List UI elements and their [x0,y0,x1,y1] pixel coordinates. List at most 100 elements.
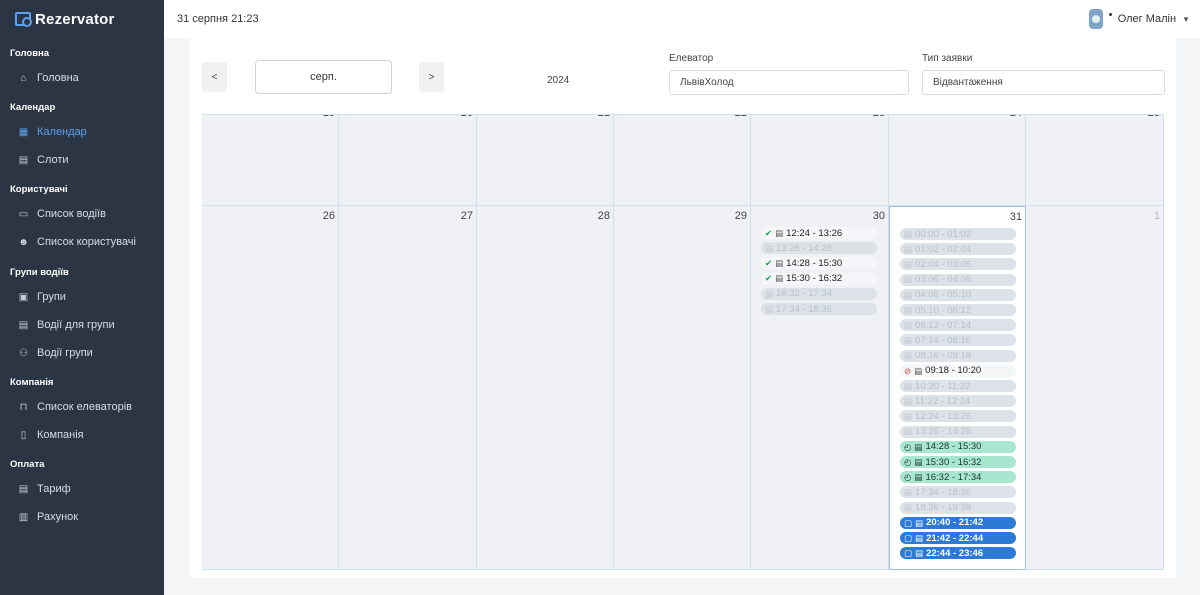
sidebar-item[interactable]: ▣ Групи [0,283,164,311]
booking-slot[interactable]: ▤ 00:00 - 01:02 [900,228,1016,240]
booking-slot[interactable]: ▢ ▤ 21:42 - 22:44 [900,532,1016,544]
check-circle-icon: ✔ [765,227,773,238]
request-type-select[interactable]: Відвантаження [922,70,1165,95]
calendar-day-cell[interactable]: 24 [889,115,1026,206]
brand[interactable]: Rezervator [0,0,164,38]
sidebar-item-label: Слоти [37,154,69,166]
day-number: 1 [1153,210,1160,222]
slot-time: 22:44 - 23:46 [926,547,984,559]
calendar-day-cell[interactable]: 28 [477,206,614,570]
elevator-select[interactable]: ЛьвівХолод [669,70,909,95]
building-icon: ▯ [20,429,27,441]
booking-slot[interactable]: ▢ ▤ 20:40 - 21:42 [900,516,1016,529]
cancel-icon: ⊘ [904,365,912,376]
document-icon: ▤ [775,273,784,284]
booking-slot[interactable]: ▤ 08:16 - 09:18 [900,349,1016,362]
document-icon: ▤ [18,319,29,331]
booking-slot[interactable]: ✔ ▤ 12:24 - 13:26 [761,227,877,239]
booking-slot[interactable]: ▤ 04:08 - 05:10 [900,288,1016,301]
slot-time: 11:22 - 12:24 [915,395,971,407]
slot-time: 12:24 - 13:26 [915,410,972,422]
slot-time: 02:04 - 03:06 [915,258,972,270]
invoice-icon: ▥ [18,511,29,523]
booking-slot[interactable]: ◴ ▤ 15:30 - 16:32 [900,456,1016,468]
chevron-down-icon: ▼ [1182,14,1190,24]
sidebar-item-label: Компанія [37,429,84,441]
calendar-day-cell[interactable]: 31 ▤ 00:00 - 01:02 ▤ 01:02 - 02:04 ▤ 02:04 - 0… [889,206,1026,570]
booking-slot[interactable]: ▤ 02:04 - 03:06 [900,258,1016,271]
day-number: 25 [1148,115,1160,119]
sidebar-item-label: Календар [37,126,87,138]
booking-slot[interactable]: ▢ ▤ 22:44 - 23:46 [900,547,1016,560]
document-icon: ▤ [775,227,784,238]
lock-icon: ▢ [904,547,913,558]
clock-icon: ◴ [904,471,912,482]
sidebar-item[interactable]: ▤ Тариф [0,475,164,503]
booking-slot[interactable]: ▤ 13:26 - 14:28 [900,425,1016,438]
sidebar-item[interactable]: ▤ Слоти [0,146,164,174]
calendar-day-cell[interactable]: 22 [614,115,751,206]
booking-slot[interactable]: ▤ 10:20 - 11:22 [900,380,1016,392]
calendar-day-cell[interactable]: 1 [1026,206,1164,570]
calendar-day-cell[interactable]: 29 [614,206,751,570]
document-icon: ▤ [914,365,923,376]
prev-month-button[interactable]: < [202,62,227,92]
sidebar-item[interactable]: ⊓ Список елеваторів [0,393,164,421]
booking-slot[interactable]: ◴ ▤ 16:32 - 17:34 [900,471,1016,484]
slot-time: 12:24 - 13:26 [786,227,843,239]
month-select[interactable]: серп. [255,60,392,94]
sidebar-item-label: Список елеваторів [37,401,132,413]
logo-icon [15,12,32,27]
booking-slot[interactable]: ▤ 06:12 - 07:14 [900,319,1016,332]
sidebar-item[interactable]: ▥ Рахунок [0,503,164,531]
calendar-day-cell[interactable]: 25 [1026,115,1164,206]
booking-slot[interactable]: ▤ 11:22 - 12:24 [900,395,1016,408]
booking-slot[interactable]: ▤ 13:26 - 14:28 [761,242,877,255]
slot-time: 17:34 - 18:36 [915,486,972,498]
document-icon: ▤ [904,411,913,422]
booking-slot[interactable]: ▤ 05:10 - 06:12 [900,304,1016,316]
calendar-day-cell[interactable]: 23 [751,115,889,206]
booking-slot[interactable]: ▤ 01:02 - 02:04 [900,243,1016,256]
booking-slot[interactable]: ▤ 12:24 - 13:26 [900,410,1016,423]
calendar-day-cell[interactable]: 27 [339,206,477,570]
nav-section-title: Групи водіїв [10,267,69,278]
next-month-button[interactable]: > [419,62,444,92]
booking-slot[interactable]: ▤ 16:32 - 17:34 [761,287,877,300]
day-number: 27 [460,210,473,222]
booking-slot[interactable]: ▤ 18:36 - 19:38 [900,501,1016,514]
booking-slot[interactable]: ▤ 07:14 - 08:16 [900,334,1016,347]
sidebar-item[interactable]: ☻ Список користувачі [0,228,164,256]
booking-slot[interactable]: ✔ ▤ 15:30 - 16:32 [761,272,877,285]
booking-slot[interactable]: ▤ 17:34 - 18:36 [900,486,1016,499]
sidebar-item[interactable]: ▭ Список водіїв [0,200,164,228]
sidebar-item[interactable]: ▦ Календар [0,118,164,146]
sidebar-item[interactable]: ▯ Компанія [0,421,164,449]
calendar-day-cell[interactable]: 19 [202,115,339,206]
document-icon: ▤ [914,471,923,482]
sidebar-item[interactable]: ▤ Водії для групи [0,311,164,339]
document-icon: ▤ [915,547,924,558]
user-menu[interactable]: Олег Малін ▼ [1088,9,1190,29]
sidebar-item[interactable]: ⚇ Водії групи [0,339,164,367]
document-icon: ▤ [904,319,913,330]
nav-section-title: Головна [10,48,50,59]
calendar-day-cell[interactable]: 21 [477,115,614,206]
day-number: 31 [1009,211,1022,223]
calendar-day-cell[interactable]: 20 [339,115,477,206]
calendar-grid: 192021222324252627282930✔▤12:24 - 13:26▤… [202,114,1164,570]
document-icon: ▤ [904,289,913,300]
clock-icon: ◴ [904,441,912,452]
calendar-day-cell[interactable]: 30 ✔ ▤ 12:24 - 13:26 ▤ 13:26 - 14:28 ✔ ▤ 14:28 -… [751,206,889,570]
booking-slot[interactable]: ✔ ▤ 14:28 - 15:30 [761,257,877,270]
slots-icon: ▤ [18,154,29,166]
calendar-day-cell[interactable]: 26 [202,206,339,570]
slot-time: 08:16 - 09:18 [915,350,972,362]
day-number: 24 [1010,115,1022,119]
booking-slot[interactable]: ▤ 17:34 - 18:36 [761,303,877,315]
booking-slot[interactable]: ▤ 03:06 - 04:08 [900,273,1016,286]
booking-slot[interactable]: ⊘ ▤ 09:18 - 10:20 [900,364,1016,377]
sidebar-item[interactable]: ⌂ Головна [0,64,164,92]
booking-slot[interactable]: ◴ ▤ 14:28 - 15:30 [900,440,1016,453]
sidebar-item-label: Водії для групи [37,319,115,331]
